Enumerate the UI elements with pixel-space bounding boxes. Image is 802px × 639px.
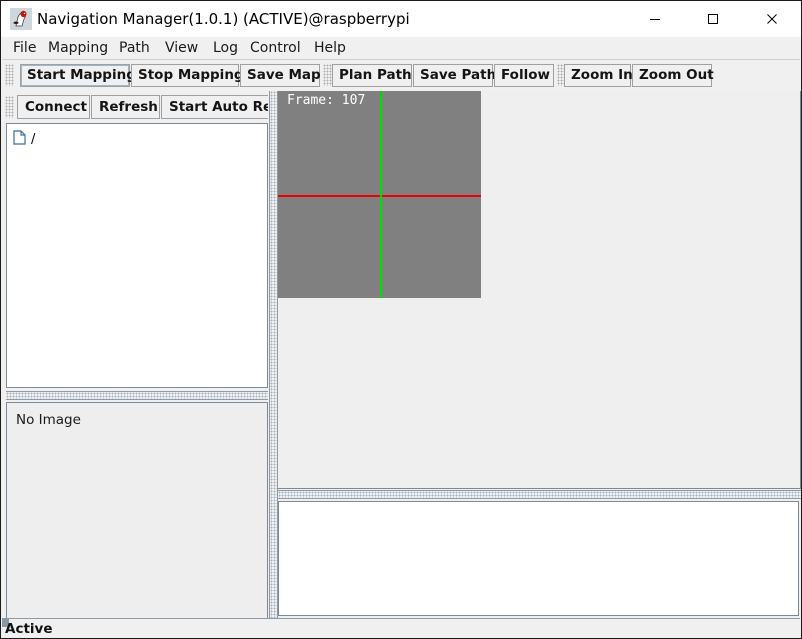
connect-button[interactable]: Connect bbox=[17, 95, 90, 119]
no-image-placeholder: No Image bbox=[16, 412, 81, 428]
map-view-panel[interactable]: Frame: 107 bbox=[278, 91, 801, 489]
menu-item-path[interactable]: Path bbox=[114, 39, 155, 58]
window-title: Navigation Manager(1.0.1) (ACTIVE)@raspb… bbox=[37, 10, 410, 28]
save-map-button[interactable]: Save Map bbox=[240, 64, 321, 87]
menu-bar: File Mapping Path View Log Control Help bbox=[2, 37, 800, 60]
image-preview-panel: No Image bbox=[6, 402, 268, 618]
menu-item-log[interactable]: Log bbox=[208, 39, 243, 58]
minimize-icon[interactable] bbox=[632, 1, 678, 36]
left-split-divider[interactable] bbox=[6, 391, 268, 400]
maximize-icon[interactable] bbox=[690, 1, 736, 36]
list-item-label: / bbox=[31, 131, 36, 147]
refresh-button[interactable]: Refresh bbox=[91, 95, 160, 119]
toolbar-drag-handle[interactable] bbox=[5, 64, 14, 86]
frame-counter-label: Frame: 107 bbox=[287, 93, 366, 108]
tool-bar: Start Mapping Stop Mapping Save Map Plan Pa… bbox=[2, 60, 800, 91]
zoom-in-button[interactable]: Zoom In bbox=[564, 64, 633, 87]
status-bar: Active bbox=[2, 618, 800, 638]
list-item[interactable]: / bbox=[13, 129, 36, 149]
title-bar[interactable]: Navigation Manager(1.0.1) (ACTIVE)@raspb… bbox=[1, 1, 801, 37]
plan-path-button[interactable]: Plan Path bbox=[332, 64, 412, 87]
log-output-panel[interactable] bbox=[278, 501, 799, 616]
file-icon bbox=[13, 129, 26, 149]
start-auto-refresh-button[interactable]: Start Auto Refresh bbox=[161, 95, 268, 119]
save-path-button[interactable]: Save Path bbox=[413, 64, 496, 87]
menu-item-mapping[interactable]: Mapping bbox=[43, 39, 113, 58]
tree-panel: ConnectRefreshStart Auto Refresh / bbox=[3, 91, 268, 390]
stop-mapping-button[interactable]: Stop Mapping bbox=[131, 64, 244, 87]
menu-item-help[interactable]: Help bbox=[309, 39, 351, 58]
zoom-out-button[interactable]: Zoom Out bbox=[632, 64, 714, 87]
menu-item-control[interactable]: Control bbox=[245, 39, 306, 58]
toolbar-drag-handle[interactable] bbox=[323, 64, 332, 86]
menu-item-file[interactable]: File bbox=[8, 39, 41, 58]
tree-toolbar-drag-handle[interactable] bbox=[5, 96, 14, 118]
file-tree[interactable]: / bbox=[6, 123, 268, 388]
right-split-divider[interactable] bbox=[278, 490, 801, 499]
tree-tool-bar: ConnectRefreshStart Auto Refresh bbox=[3, 93, 268, 121]
status-badge: Active bbox=[5, 621, 53, 637]
close-icon[interactable] bbox=[749, 1, 795, 36]
application-window: Navigation Manager(1.0.1) (ACTIVE)@raspb… bbox=[0, 0, 802, 639]
vertical-axis-line bbox=[380, 91, 382, 298]
start-mapping-button[interactable]: Start Mapping bbox=[20, 64, 136, 87]
follow-button[interactable]: Follow bbox=[494, 64, 554, 87]
main-content: ConnectRefreshStart Auto Refresh / bbox=[2, 91, 801, 618]
main-split-divider[interactable] bbox=[269, 91, 278, 618]
map-canvas[interactable]: Frame: 107 bbox=[278, 91, 481, 298]
left-column: ConnectRefreshStart Auto Refresh / bbox=[3, 91, 268, 618]
java-duke-icon bbox=[10, 8, 32, 30]
menu-item-view[interactable]: View bbox=[160, 39, 203, 58]
right-column: Frame: 107 bbox=[278, 91, 801, 618]
